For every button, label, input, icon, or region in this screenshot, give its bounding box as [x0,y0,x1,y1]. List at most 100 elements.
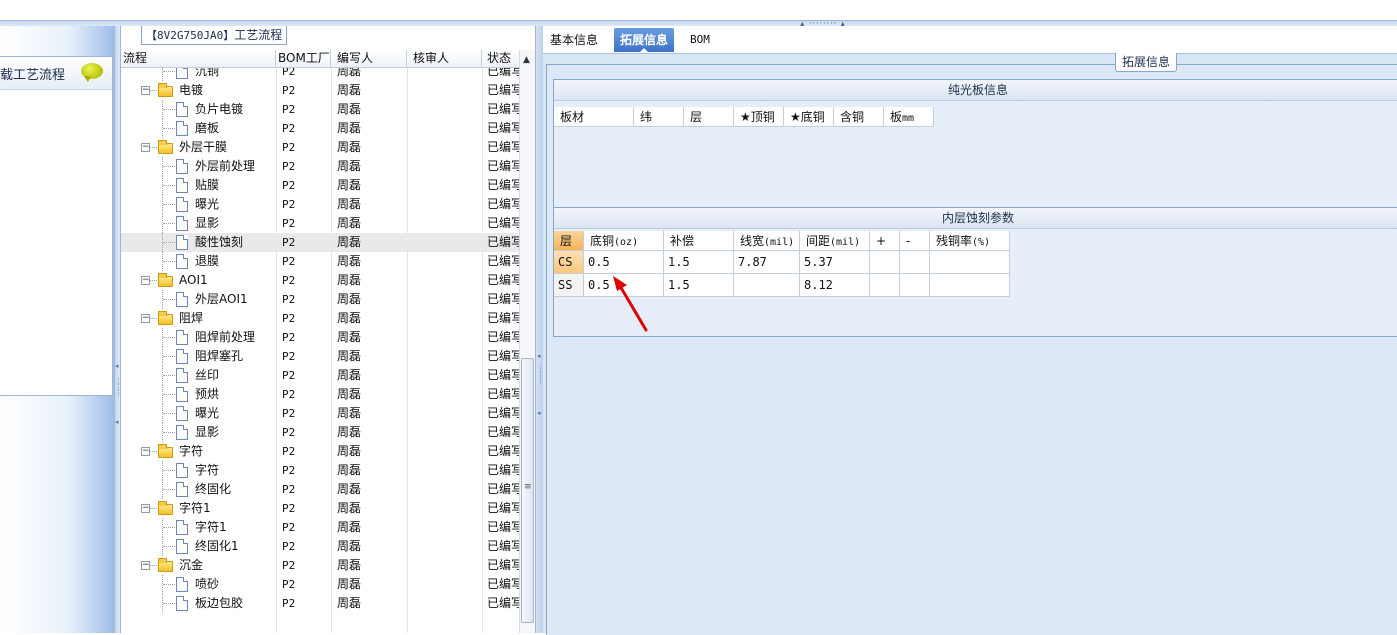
left-content: 载工艺流程 [0,56,113,396]
tab-basic-info[interactable]: 基本信息 [544,28,604,52]
etch-cell[interactable] [870,274,900,297]
collapse-arrow-icon[interactable]: ◂ [115,418,119,426]
etch-cell[interactable]: 8.12 [800,274,870,297]
tree-row[interactable]: 沉铜 P2 周磊 已编写 [121,68,519,81]
collapse-arrow-icon[interactable]: ◂ [115,362,119,370]
etch-col-header[interactable]: - [900,231,930,251]
etch-cell[interactable] [930,251,1010,274]
tree-row[interactable]: 曝光 P2 周磊 已编写 [121,404,519,423]
tree-row[interactable]: − 外层干膜 P2 周磊 已编写 [121,138,519,157]
collapse-toggle-icon[interactable]: − [141,314,150,323]
etch-col-header[interactable]: + [870,231,900,251]
etch-cell[interactable]: 1.5 [664,251,734,274]
etch-cell[interactable] [930,274,1010,297]
tree-row[interactable]: − 字符 P2 周磊 已编写 [121,442,519,461]
collapse-toggle-icon[interactable]: − [141,86,150,95]
tree-row[interactable]: 曝光 P2 周磊 已编写 [121,195,519,214]
col-board-thickness-label: 板 [890,110,903,124]
tree-row[interactable]: 喷砂 P2 周磊 已编写 [121,575,519,594]
tree-row[interactable]: − 沉金 P2 周磊 已编写 [121,556,519,575]
etch-col-header[interactable]: 层 [554,231,584,251]
etch-row-layer[interactable]: CS [554,251,584,274]
bom-cell: P2 [282,350,296,363]
collapse-arrow-icon[interactable]: ◂ [537,409,541,417]
tree-scrollbar[interactable]: ▲ ≡ [519,50,536,633]
writer-cell: 周磊 [337,235,362,249]
left-header[interactable]: 载工艺流程 [0,57,112,90]
collapse-toggle-icon[interactable]: − [141,143,150,152]
writer-cell: 周磊 [337,140,362,154]
scroll-up-arrow-icon[interactable]: ▲ [523,55,530,65]
col-copper-content[interactable]: 含铜 [834,107,884,127]
state-cell: 已编写 [487,349,519,363]
etch-col-header[interactable]: 残铜率(%) [930,231,1010,251]
col-top-copper[interactable]: ★顶铜 [734,107,784,127]
tree-row[interactable]: 字符1 P2 周磊 已编写 [121,518,519,537]
collapse-toggle-icon[interactable]: − [141,276,150,285]
col-weft[interactable]: 纬 [634,107,684,127]
state-cell: 已编写 [487,463,519,477]
state-cell: 已编写 [487,406,519,420]
tree-row[interactable]: − AOI1 P2 周磊 已编写 [121,271,519,290]
tree-row[interactable]: 退膜 P2 周磊 已编写 [121,252,519,271]
etch-row-layer[interactable]: SS [554,274,584,297]
tree-row[interactable]: 丝印 P2 周磊 已编写 [121,366,519,385]
etch-col-header[interactable]: 补偿 [664,231,734,251]
tree-row[interactable]: 磨板 P2 周磊 已编写 [121,119,519,138]
tree-row[interactable]: − 阻焊 P2 周磊 已编写 [121,309,519,328]
tree-row[interactable]: 阻焊前处理 P2 周磊 已编写 [121,328,519,347]
speech-bubble-icon[interactable] [81,63,103,82]
etch-col-header[interactable]: 底铜(oz) [584,231,664,251]
etch-cell[interactable] [900,274,930,297]
tree-row[interactable]: − 电镀 P2 周磊 已编写 [121,81,519,100]
tree-row[interactable]: 外层AOI1 P2 周磊 已编写 [121,290,519,309]
tree-node-label: 退膜 [195,254,220,268]
tree-connector [163,356,175,358]
tree-row[interactable]: 字符 P2 周磊 已编写 [121,461,519,480]
tree-connector [163,413,175,415]
etch-cell[interactable]: 5.37 [800,251,870,274]
collapse-arrow-icon[interactable]: ◂ [537,352,541,360]
col-header-writer[interactable]: 编写人 [331,50,407,67]
collapse-toggle-icon[interactable]: − [141,447,150,456]
tree-row[interactable]: 终固化 P2 周磊 已编写 [121,480,519,499]
etch-cell[interactable]: 1.5 [664,274,734,297]
etch-cell[interactable]: 0.5 [584,274,664,297]
tree-row[interactable]: 酸性蚀刻 P2 周磊 已编写 [121,233,519,252]
tab-extended-info[interactable]: 拓展信息 [614,28,675,53]
tree-row[interactable]: 显影 P2 周磊 已编写 [121,214,519,233]
etch-cell[interactable]: 0.5 [584,251,664,274]
tree-connector [163,432,175,434]
col-header-state[interactable]: 状态 [482,50,519,67]
col-header-flow[interactable]: 流程 [121,50,276,67]
tree-row[interactable]: 预烘 P2 周磊 已编写 [121,385,519,404]
scrollbar-thumb[interactable]: ≡ [521,358,534,623]
left-title: 载工艺流程 [0,68,66,83]
tree-row[interactable]: − 字符1 P2 周磊 已编写 [121,499,519,518]
etch-cell[interactable]: 7.87 [734,251,800,274]
col-header-bom[interactable]: BOM工厂 [276,50,331,67]
tree-row[interactable]: 外层前处理 P2 周磊 已编写 [121,157,519,176]
tree-row[interactable]: 阻焊塞孔 P2 周磊 已编写 [121,347,519,366]
col-layer[interactable]: 层 [684,107,734,127]
etch-cell[interactable] [900,251,930,274]
etch-cell[interactable] [870,251,900,274]
col-board-thickness[interactable]: 板mm [884,107,934,127]
tree-row[interactable]: 负片电镀 P2 周磊 已编写 [121,100,519,119]
col-board-material[interactable]: 板材 [554,107,634,127]
col-bottom-copper[interactable]: ★底铜 [784,107,834,127]
tab-bom[interactable]: BOM [684,28,716,52]
tree-row[interactable]: 贴膜 P2 周磊 已编写 [121,176,519,195]
bom-cell: P2 [282,331,296,344]
tree-row[interactable]: 显影 P2 周磊 已编写 [121,423,519,442]
etch-cell[interactable] [734,274,800,297]
etch-col-header[interactable]: 间距(mil) [800,231,870,251]
collapse-toggle-icon[interactable]: − [141,561,150,570]
tree-row[interactable]: 板边包胶 P2 周磊 已编写 [121,594,519,613]
tree-row[interactable]: 终固化1 P2 周磊 已编写 [121,537,519,556]
document-icon [176,330,188,345]
collapse-toggle-icon[interactable]: − [141,504,150,513]
col-header-reviewer[interactable]: 核审人 [407,50,482,67]
state-cell: 已编写 [487,577,519,591]
etch-col-header[interactable]: 线宽(mil) [734,231,800,251]
